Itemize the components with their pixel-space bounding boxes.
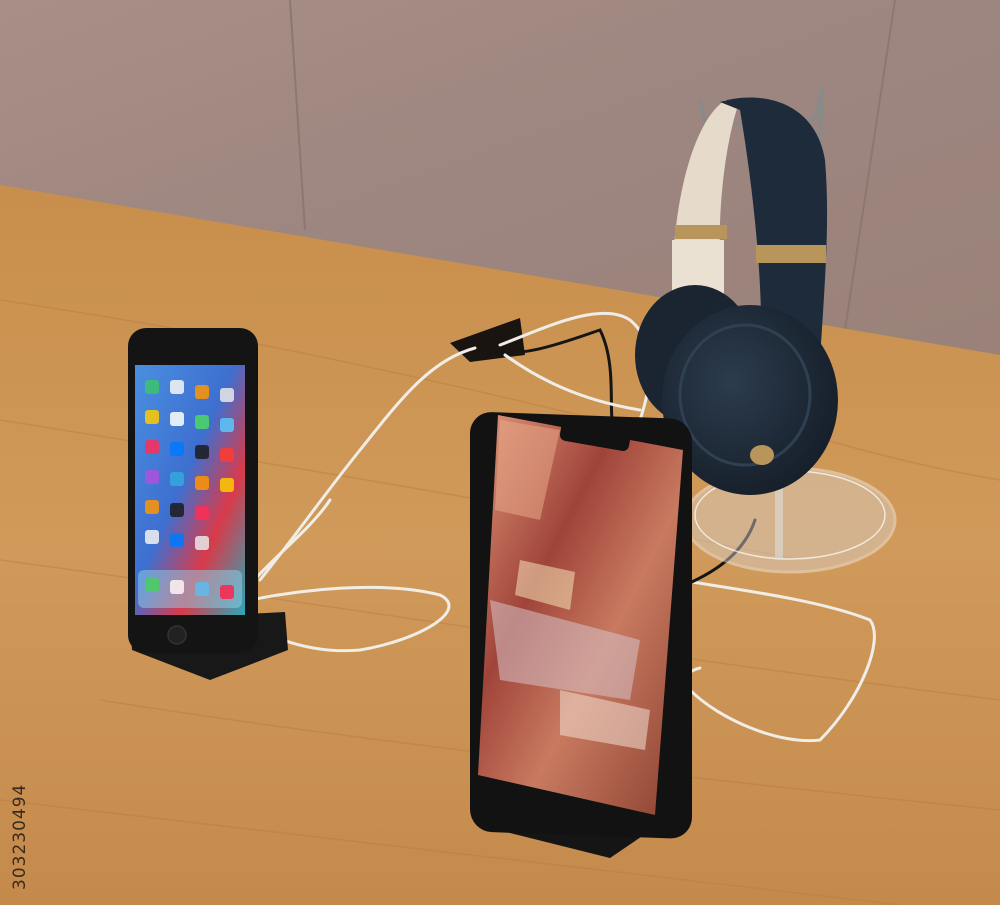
gold-slider bbox=[756, 245, 826, 263]
home-button bbox=[167, 625, 187, 645]
iphone-xs-group bbox=[470, 412, 692, 858]
photo bbox=[0, 0, 1000, 905]
stock-id-watermark: 303230494 bbox=[10, 783, 30, 890]
photo-scene: 303230494 bbox=[0, 0, 1000, 905]
gold-slider bbox=[675, 225, 727, 239]
